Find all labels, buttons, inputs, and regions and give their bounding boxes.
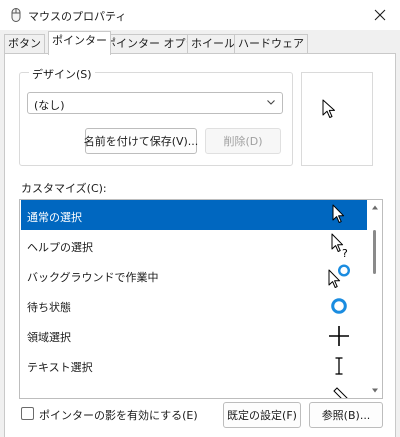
- save-as-button[interactable]: 名前を付けて保存(V)...: [84, 128, 198, 154]
- use-default-button[interactable]: 既定の設定(F): [223, 402, 301, 428]
- scroll-down-icon[interactable]: [371, 386, 379, 394]
- title-bar: マウスのプロパティ: [0, 0, 400, 30]
- tab-hardware[interactable]: ハードウェア: [234, 34, 308, 54]
- design-selected-value: (なし): [34, 99, 65, 112]
- design-dropdown[interactable]: (なし): [27, 92, 283, 114]
- arrow-cursor-icon: [332, 204, 345, 223]
- list-item[interactable]: 領域選択: [21, 320, 367, 350]
- precision-select-cursor-icon: [329, 326, 349, 346]
- list-item[interactable]: テキスト選択: [21, 350, 367, 380]
- text-select-cursor-icon: [335, 357, 343, 375]
- busy-cursor-icon: [331, 298, 347, 314]
- delete-button[interactable]: 削除(D): [205, 128, 281, 154]
- browse-button[interactable]: 参照(B)...: [309, 402, 383, 428]
- list-item-label: ヘルプの選択: [27, 241, 93, 254]
- mouse-properties-window: マウスのプロパティ ボタン ポインター ポインター オプション ホイール ハード…: [0, 0, 400, 437]
- tab-buttons[interactable]: ボタン: [4, 34, 45, 54]
- scroll-thumb[interactable]: [373, 230, 376, 274]
- pointer-scheme-list[interactable]: 通常の選択 ヘルプの選択 ? バックグラウンドで作業中 待ち状態 領域選択 テキ…: [19, 199, 383, 399]
- pointer-preview: [301, 72, 373, 166]
- close-button[interactable]: [360, 0, 400, 30]
- close-icon: [374, 9, 386, 21]
- list-item[interactable]: 通常の選択: [21, 200, 367, 230]
- handwriting-cursor-icon: [333, 387, 348, 398]
- list-item[interactable]: 待ち状態: [21, 290, 367, 320]
- help-cursor-icon: ?: [331, 233, 348, 260]
- design-label: デザイン(S): [29, 66, 95, 82]
- list-item[interactable]: バックグラウンドで作業中: [21, 260, 367, 290]
- tab-strip: ボタン ポインター ポインター オプション ホイール ハードウェア: [0, 30, 400, 55]
- preview-arrow-cursor-icon: [322, 99, 335, 118]
- pointer-shadow-checkbox[interactable]: [21, 407, 34, 420]
- list-item-label: 待ち状態: [27, 301, 71, 314]
- list-item-label: バックグラウンドで作業中: [27, 271, 159, 284]
- tab-pointers[interactable]: ポインター: [48, 31, 111, 55]
- chevron-down-icon: [267, 100, 275, 105]
- list-scrollbar[interactable]: [368, 200, 382, 398]
- svg-text:?: ?: [342, 247, 348, 260]
- working-in-background-cursor-icon: [328, 264, 351, 288]
- window-title: マウスのプロパティ: [28, 10, 127, 23]
- customize-label: カスタマイズ(C):: [21, 182, 107, 195]
- list-item-label: 通常の選択: [27, 211, 82, 224]
- list-item[interactable]: [21, 380, 367, 398]
- mouse-icon: [8, 7, 24, 23]
- pointer-shadow-label: ポインターの影を有効にする(E): [39, 409, 198, 422]
- scroll-up-icon[interactable]: [371, 204, 379, 212]
- list-item-label: テキスト選択: [27, 361, 93, 374]
- list-item[interactable]: ヘルプの選択 ?: [21, 230, 367, 260]
- pointers-tab-panel: デザイン(S) (なし) 名前を付けて保存(V)... 削除(D) カスタマイズ…: [4, 53, 396, 437]
- list-item-label: 領域選択: [27, 331, 71, 344]
- tab-wheel[interactable]: ホイール: [187, 34, 239, 54]
